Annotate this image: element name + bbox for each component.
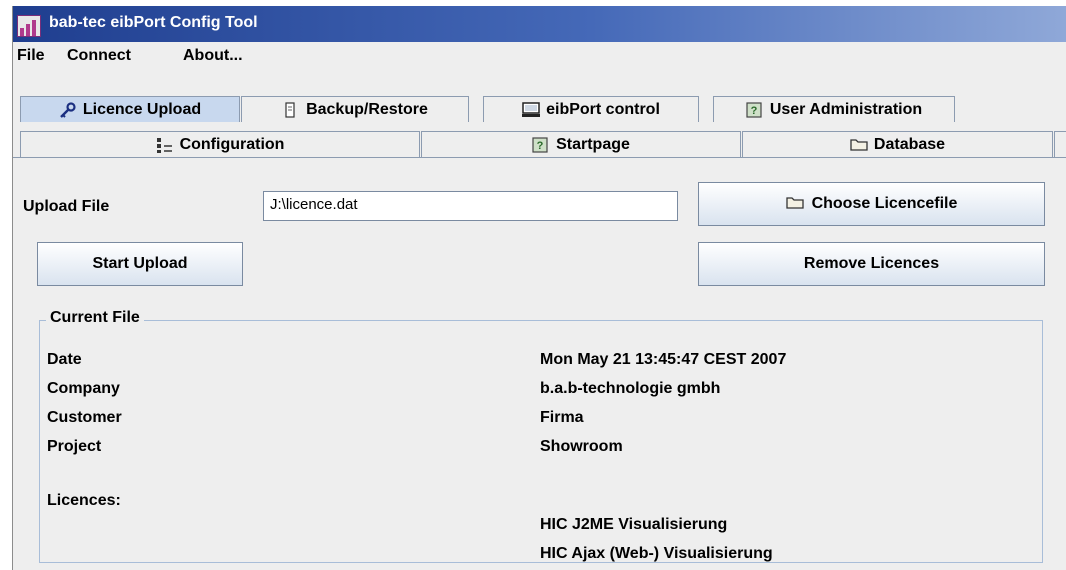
menu-about[interactable]: About... [183,47,243,65]
customer-value: Firma [540,409,584,426]
current-file-legend: Current File [46,309,144,327]
start-upload-button[interactable]: Start Upload [37,242,243,286]
tab-label: Startpage [556,135,630,153]
company-value: b.a.b-technologie gmbh [540,380,721,397]
tab-configuration[interactable]: Configuration [20,131,420,157]
key-icon [59,101,76,118]
date-label: Date [47,351,82,368]
window-title: bab-tec eibPort Config Tool [49,14,258,31]
tab-database[interactable]: Database [742,131,1053,157]
menu-file[interactable]: File [17,47,45,65]
tab-label: Backup/Restore [306,100,428,118]
tab-overflow[interactable] [1054,131,1066,157]
current-file-group: Current File Date Mon May 21 13:45:47 CE… [39,309,1043,563]
choose-licencefile-label: Choose Licencefile [811,195,958,212]
placeholder-icon: ? [532,136,548,153]
tab-strip: Licence Upload Backup/Restore eibPort co… [13,74,1066,170]
app-window: bab-tec eibPort Config Tool File Connect… [12,6,1066,570]
company-label: Company [47,380,120,397]
app-icon [17,15,41,37]
remove-licences-label: Remove Licences [803,255,940,272]
customer-label: Customer [47,409,122,426]
upload-file-input[interactable]: J:\licence.dat [263,191,678,221]
tab-backup-restore[interactable]: Backup/Restore [241,96,469,122]
document-icon [282,101,298,118]
tab-licence-upload[interactable]: Licence Upload [20,96,240,122]
placeholder-icon: ? [746,101,762,118]
tab-label: Configuration [179,135,285,153]
date-value: Mon May 21 13:45:47 CEST 2007 [540,351,787,368]
licences-label: Licences: [47,492,121,509]
svg-text:?: ? [750,105,757,117]
tree-icon [156,137,172,153]
project-value: Showroom [540,438,623,455]
start-upload-label: Start Upload [92,255,188,272]
licence-item: HIC Ajax (Web-) Visualisierung [540,545,773,562]
menu-connect[interactable]: Connect [67,47,131,65]
choose-licencefile-button[interactable]: Choose Licencefile [698,182,1045,226]
tab-eibport-control[interactable]: eibPort control [483,96,699,122]
tab-label: Licence Upload [82,100,202,118]
tab-label: Database [873,135,946,153]
title-bar[interactable]: bab-tec eibPort Config Tool [13,6,1066,42]
menu-bar: File Connect About... [13,42,1066,74]
tab-label: eibPort control [546,100,660,118]
licence-item: HIC J2ME Visualisierung [540,516,728,533]
folder-icon [850,137,868,153]
folder-icon [785,195,804,214]
tab-label: User Administration [769,100,923,118]
project-label: Project [47,438,102,455]
licence-upload-panel: Upload File J:\licence.dat Choose Licenc… [13,157,1066,570]
svg-text:?: ? [537,140,544,152]
tab-startpage[interactable]: ? Startpage [421,131,741,157]
monitor-icon [522,101,541,118]
remove-licences-button[interactable]: Remove Licences [698,242,1045,286]
tab-user-administration[interactable]: ? User Administration [713,96,955,122]
upload-file-label: Upload File [23,198,110,215]
